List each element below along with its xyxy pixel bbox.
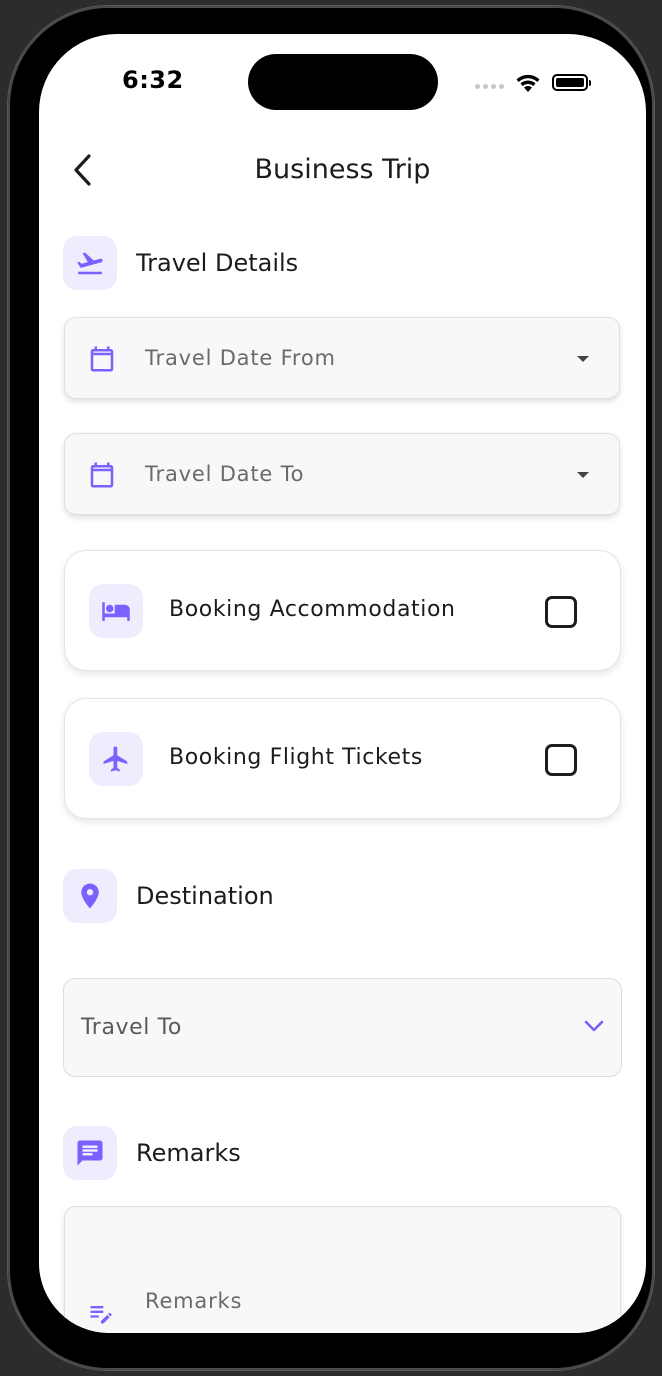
travel-details-header: Travel Details <box>63 236 298 290</box>
dynamic-island <box>248 54 438 110</box>
travel-to-select[interactable]: Travel To <box>63 978 622 1077</box>
booking-flight-card[interactable]: Booking Flight Tickets <box>64 698 621 819</box>
page-title: Business Trip <box>254 154 431 185</box>
wifi-icon <box>516 74 540 92</box>
booking-accommodation-card[interactable]: Booking Accommodation <box>64 550 621 671</box>
booking-accommodation-checkbox[interactable] <box>545 596 577 628</box>
status-bar: 6:32 <box>39 34 646 124</box>
app-screen: 6:32 Business Trip Travel Details Travel… <box>39 34 646 1333</box>
booking-accommodation-label: Booking Accommodation <box>169 597 456 622</box>
calendar-icon <box>90 346 114 372</box>
remarks-label: Remarks <box>145 1289 243 1313</box>
comment-icon <box>63 1126 117 1180</box>
device-frame: 6:32 Business Trip Travel Details Travel… <box>8 6 654 1370</box>
dropdown-caret-icon <box>577 472 589 478</box>
cellular-signal-icon <box>475 84 504 89</box>
location-pin-icon <box>63 869 117 923</box>
calendar-icon <box>90 462 114 488</box>
edit-note-icon <box>90 1306 112 1324</box>
booking-flight-checkbox[interactable] <box>545 744 577 776</box>
remarks-header: Remarks <box>63 1126 241 1180</box>
remarks-title: Remarks <box>136 1139 241 1167</box>
destination-header: Destination <box>63 869 274 923</box>
airplane-icon <box>89 732 143 786</box>
remarks-input[interactable]: Remarks <box>64 1206 621 1333</box>
flight-takeoff-icon <box>63 236 117 290</box>
app-header: Business Trip <box>39 138 646 198</box>
dropdown-caret-icon <box>577 356 589 362</box>
travel-date-to-label: Travel Date To <box>145 462 305 486</box>
battery-icon <box>552 74 591 91</box>
booking-flight-label: Booking Flight Tickets <box>169 745 423 770</box>
status-time: 6:32 <box>122 66 184 94</box>
travel-date-from-field[interactable]: Travel Date From <box>64 317 620 399</box>
chevron-down-icon <box>584 1020 604 1032</box>
travel-date-from-label: Travel Date From <box>145 346 336 370</box>
travel-date-to-field[interactable]: Travel Date To <box>64 433 620 515</box>
travel-details-title: Travel Details <box>136 249 299 277</box>
travel-to-label: Travel To <box>81 1015 182 1040</box>
hotel-bed-icon <box>89 584 143 638</box>
destination-title: Destination <box>136 882 274 910</box>
